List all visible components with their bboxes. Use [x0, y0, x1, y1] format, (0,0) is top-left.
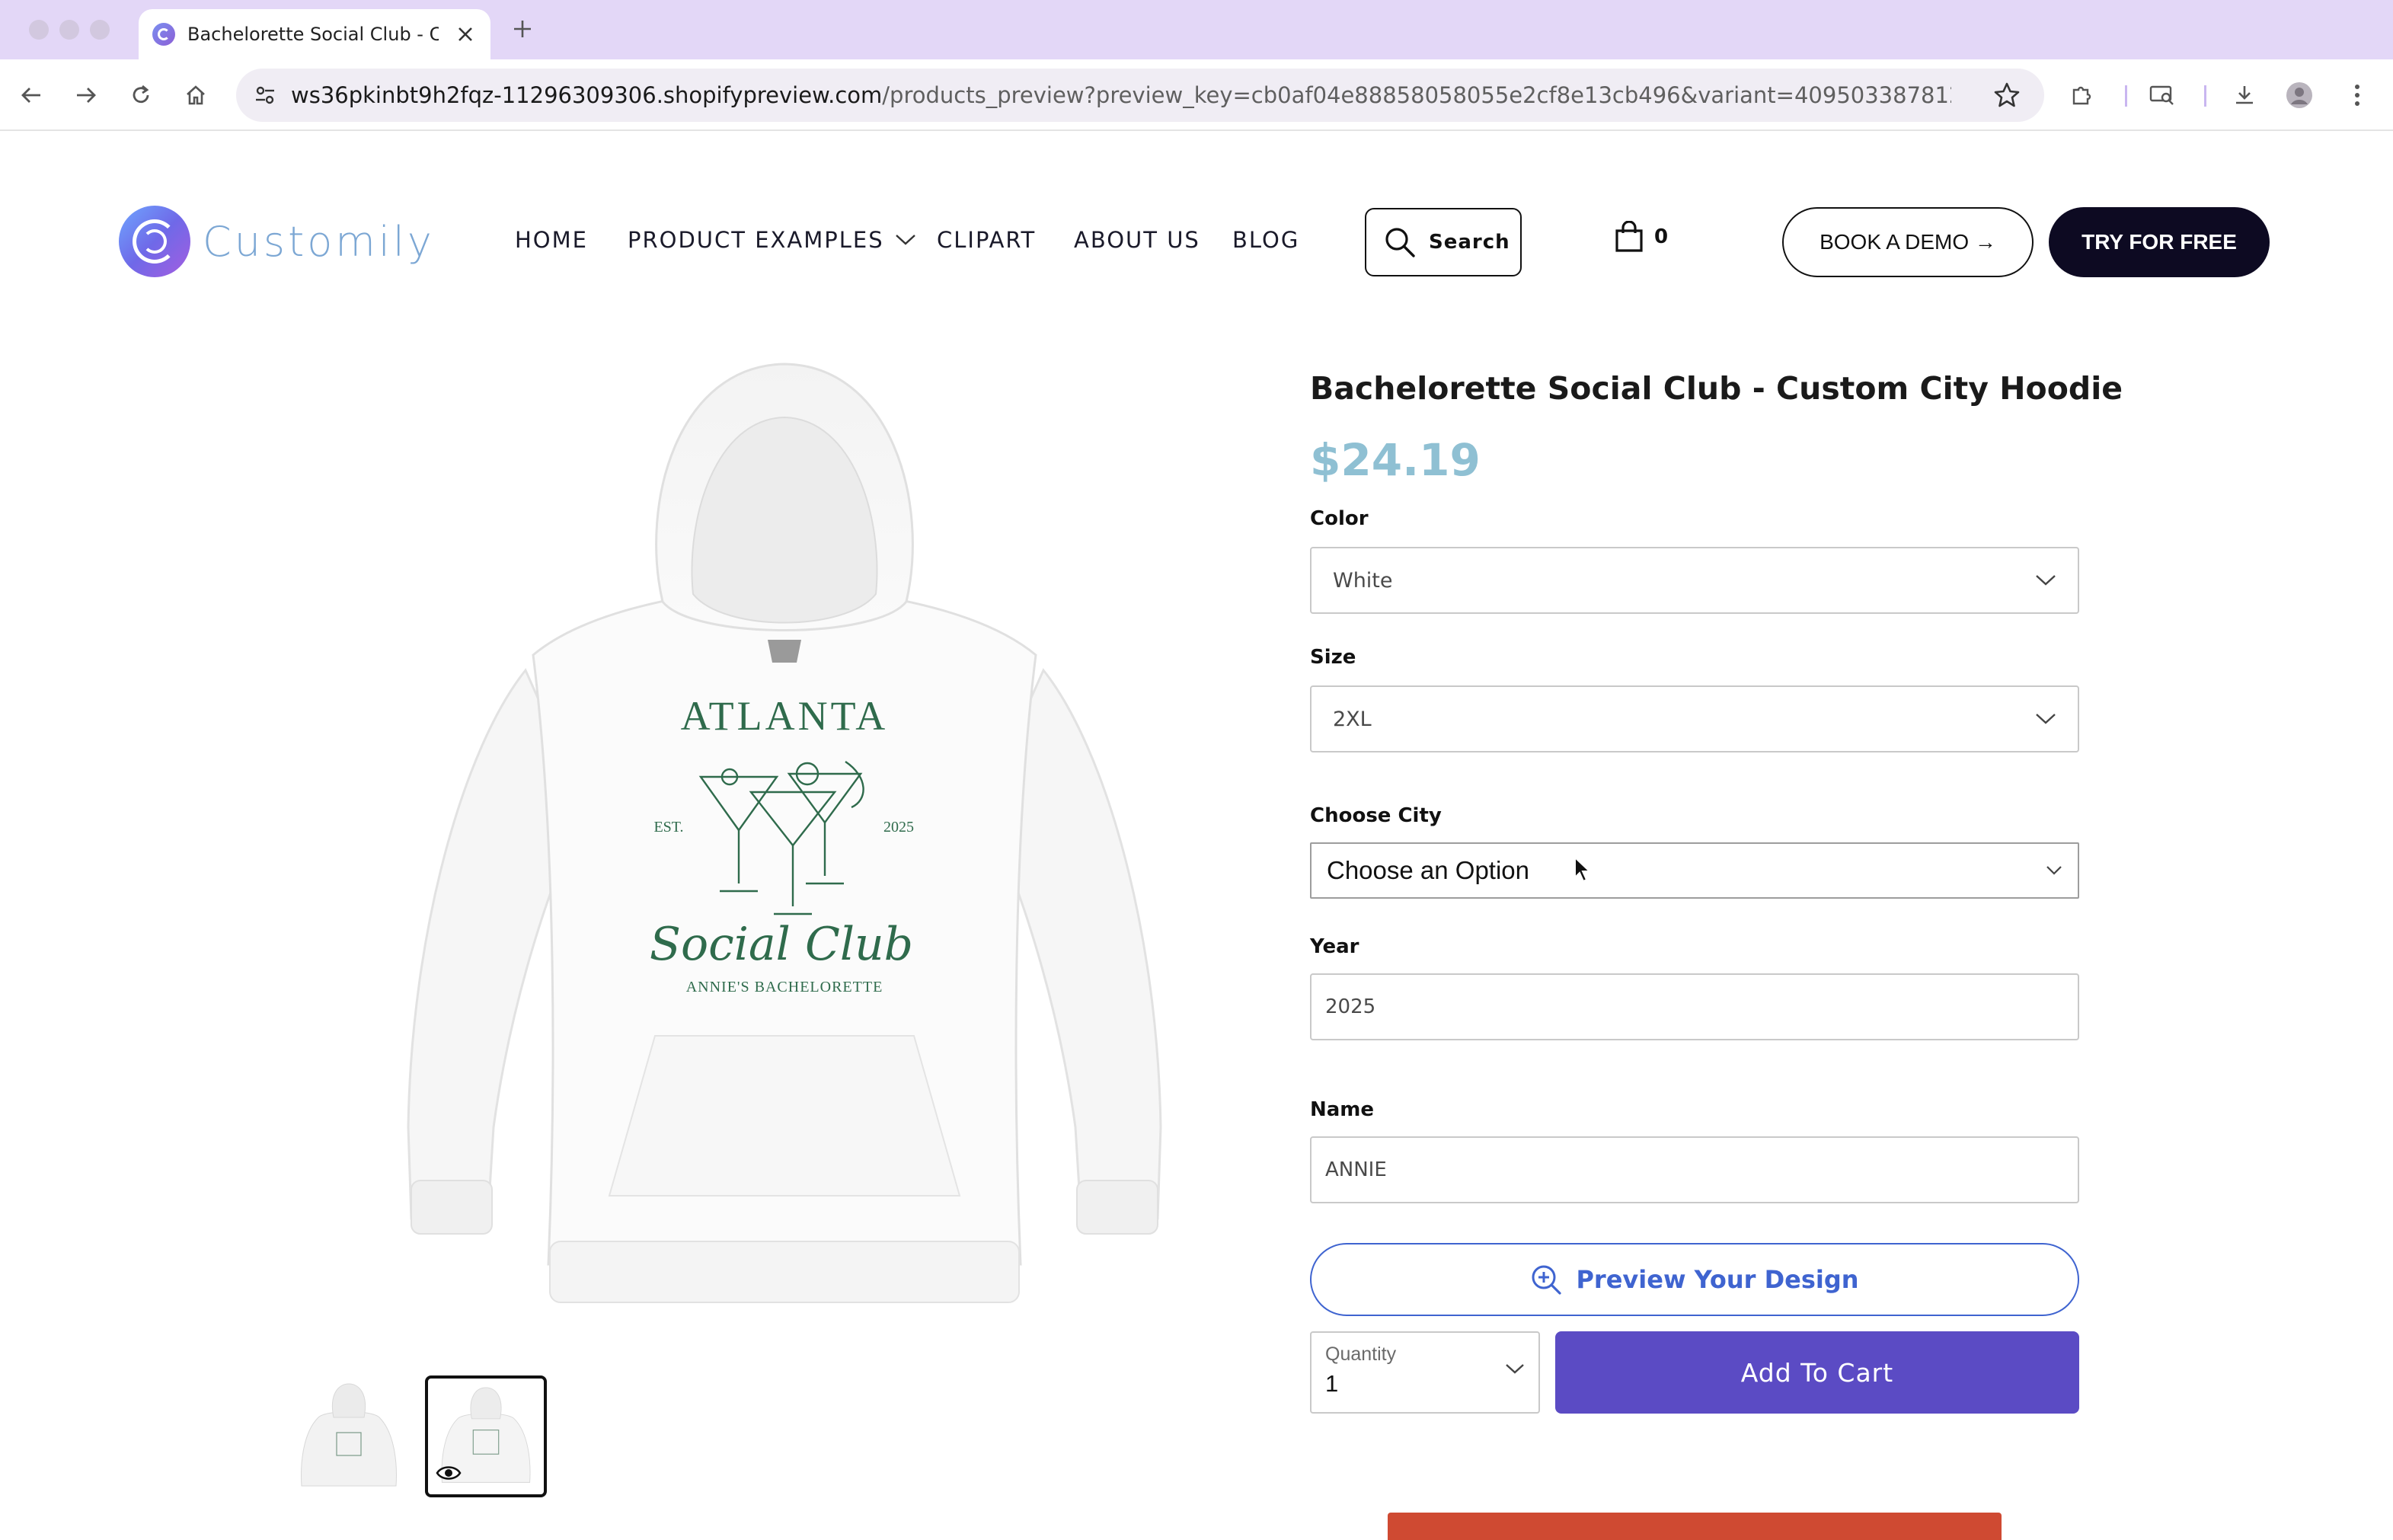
reload-icon[interactable] — [123, 78, 158, 113]
window-zoom-dot[interactable] — [90, 20, 110, 40]
customily-logo[interactable]: Customily — [119, 206, 435, 277]
url-text: ws36pkinbt9h2fqz-11296309306.shopifyprev… — [291, 82, 1951, 108]
nav-clipart[interactable]: CLIPART — [937, 227, 1036, 253]
cart-button[interactable]: 0 — [1615, 221, 1668, 253]
logo-text: Customily — [203, 217, 435, 266]
hoodie-thumbnail-icon — [301, 1383, 397, 1487]
toolbar-divider — [2204, 85, 2206, 107]
color-select-value: White — [1333, 568, 1393, 593]
customily-favicon-icon — [152, 23, 175, 46]
size-label: Size — [1310, 646, 1356, 669]
promo-banner[interactable] — [1388, 1513, 2002, 1540]
product-thumbnail-2-selected[interactable] — [425, 1375, 547, 1497]
size-select[interactable]: 2XL — [1310, 685, 2079, 752]
browser-tab-bar: Bachelorette Social Club - Cu — [0, 0, 2393, 59]
try-for-free-button[interactable]: TRY FOR FREE — [2049, 207, 2270, 277]
tab-search-icon[interactable] — [2145, 78, 2180, 113]
home-icon[interactable] — [178, 78, 213, 113]
choose-city-select-value: Choose an Option — [1327, 856, 1530, 884]
nav-product-examples-label: PRODUCT EXAMPLES — [628, 227, 884, 253]
window-minimize-dot[interactable] — [59, 20, 79, 40]
quantity-select[interactable]: Quantity 1 — [1310, 1331, 1540, 1414]
chevron-down-icon — [1506, 1364, 1524, 1374]
more-menu-icon[interactable] — [2340, 78, 2375, 113]
toolbar-divider — [2125, 85, 2127, 107]
nav-blog[interactable]: BLOG — [1232, 227, 1299, 253]
tab-close-icon[interactable] — [454, 23, 477, 46]
customily-logo-icon — [119, 206, 190, 277]
preview-design-button[interactable]: Preview Your Design — [1310, 1243, 2079, 1316]
browser-tab-active[interactable]: Bachelorette Social Club - Cu — [139, 9, 490, 59]
chevron-down-icon — [895, 235, 915, 245]
eye-preview-icon[interactable] — [436, 1463, 462, 1487]
tab-title: Bachelorette Social Club - Cu — [187, 24, 439, 45]
year-label: Year — [1310, 935, 1359, 958]
name-label: Name — [1310, 1098, 1375, 1121]
product-main-image[interactable]: ATLANTA EST. 2025 Social Club ANNIE'S BA… — [381, 350, 1188, 1325]
print-script-text: Social Club — [650, 918, 913, 971]
site-settings-icon[interactable] — [250, 80, 280, 110]
url-path: /products_preview?preview_key=cb0af04e88… — [882, 82, 1951, 108]
window-close-dot[interactable] — [29, 20, 49, 40]
choose-city-label: Choose City — [1310, 804, 1442, 827]
zoom-in-icon — [1532, 1265, 1562, 1295]
chevron-down-icon — [2036, 714, 2056, 724]
download-icon[interactable] — [2227, 78, 2262, 113]
new-tab-plus-icon[interactable] — [509, 15, 536, 43]
product-thumbnail-1[interactable] — [288, 1375, 410, 1497]
shopping-bag-icon — [1615, 221, 1643, 252]
name-input[interactable]: ANNIE — [1310, 1136, 2079, 1203]
size-select-value: 2XL — [1333, 707, 1372, 731]
site-search-button[interactable]: Search — [1365, 208, 1522, 276]
chevron-down-icon — [2046, 866, 2062, 875]
back-arrow-icon[interactable] — [14, 78, 49, 113]
nav-about-us[interactable]: ABOUT US — [1074, 227, 1200, 253]
quantity-label: Quantity — [1325, 1344, 1397, 1365]
product-title: Bachelorette Social Club - Custom City H… — [1310, 370, 2123, 407]
search-label: Search — [1429, 231, 1510, 254]
preview-design-label: Preview Your Design — [1576, 1265, 1859, 1294]
url-host: ws36pkinbt9h2fqz-11296309306.shopifyprev… — [291, 82, 883, 108]
print-year-text: 2025 — [883, 819, 914, 835]
quantity-value: 1 — [1325, 1370, 1339, 1397]
product-price: $24.19 — [1310, 434, 1481, 486]
book-demo-button[interactable]: BOOK A DEMO → — [1782, 207, 2034, 277]
bookmark-star-icon[interactable] — [1992, 81, 2021, 110]
extensions-puzzle-icon[interactable] — [2064, 78, 2099, 113]
add-to-cart-button[interactable]: Add To Cart — [1555, 1331, 2079, 1414]
address-bar[interactable]: ws36pkinbt9h2fqz-11296309306.shopifyprev… — [236, 69, 2044, 122]
print-subtitle-text: ANNIE'S BACHELORETTE — [686, 979, 883, 995]
choose-city-select[interactable]: Choose an Option — [1310, 842, 2079, 899]
print-city-text: ATLANTA — [681, 693, 889, 739]
nav-product-examples[interactable]: PRODUCT EXAMPLES — [628, 227, 916, 253]
forward-arrow-icon[interactable] — [69, 78, 104, 113]
chevron-down-icon — [2036, 575, 2056, 586]
cart-count: 0 — [1654, 225, 1669, 248]
nav-home[interactable]: HOME — [515, 227, 588, 253]
search-icon — [1385, 228, 1415, 257]
color-select[interactable]: White — [1310, 547, 2079, 614]
mouse-pointer-icon — [1574, 855, 1592, 887]
year-input[interactable]: 2025 — [1310, 973, 2079, 1040]
color-label: Color — [1310, 507, 1369, 530]
profile-avatar-icon[interactable] — [2282, 78, 2317, 113]
browser-toolbar: ws36pkinbt9h2fqz-11296309306.shopifyprev… — [0, 59, 2393, 131]
print-est-text: EST. — [653, 819, 683, 835]
